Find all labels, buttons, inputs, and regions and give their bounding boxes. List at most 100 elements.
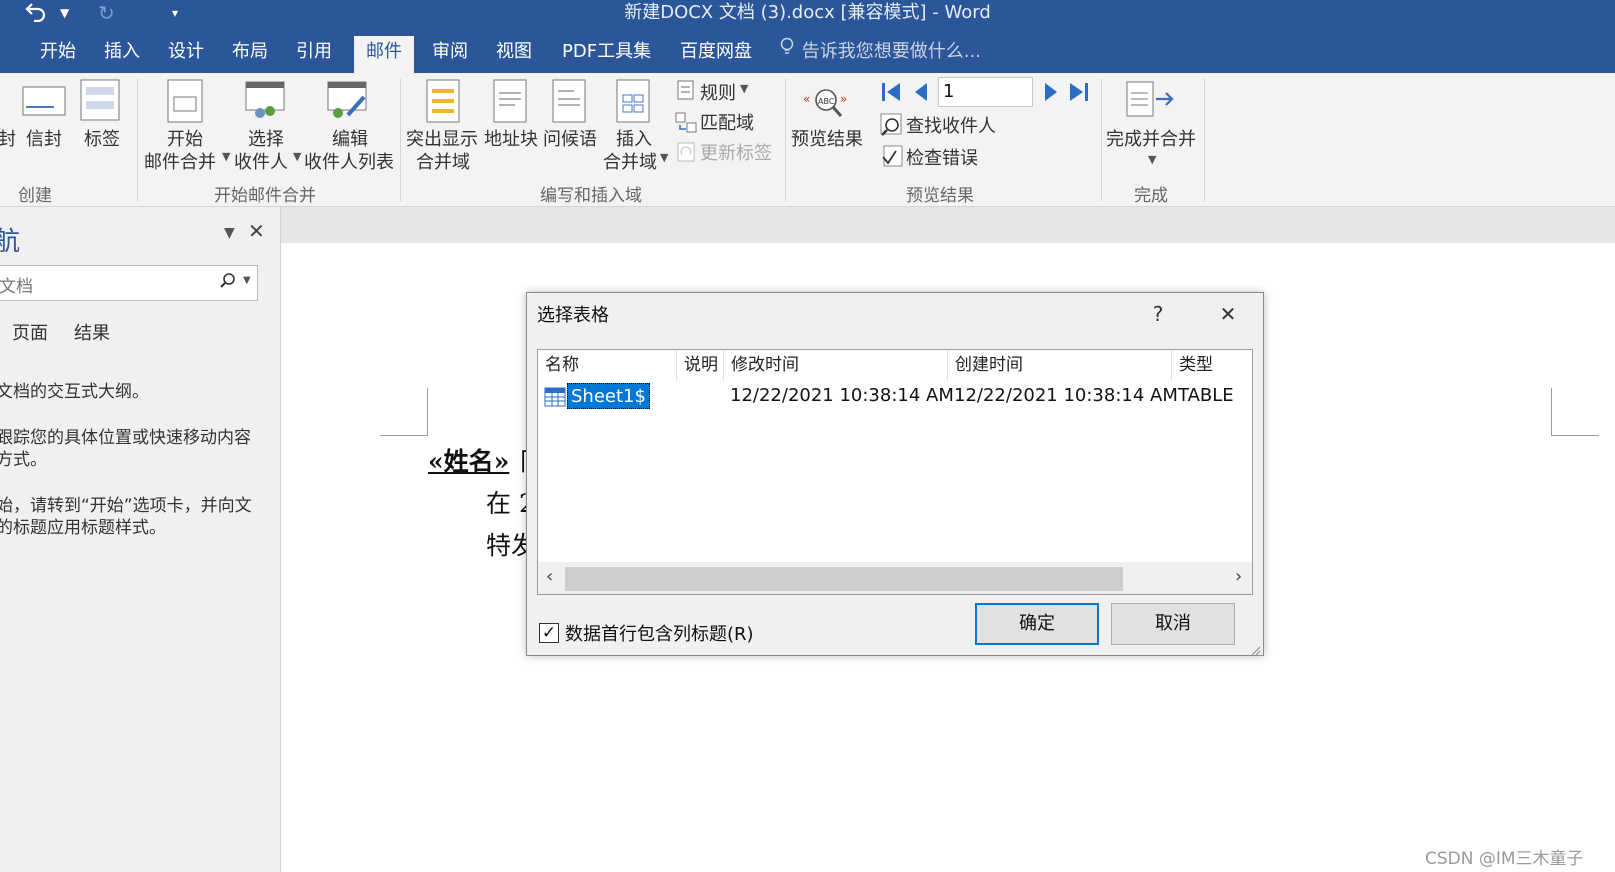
nav-tab-pages[interactable]: 页面 bbox=[12, 319, 48, 345]
horizontal-scrollbar[interactable]: ‹ › bbox=[538, 562, 1252, 594]
select-table-dialog: 选择表格 ? ✕ 名称 说明 修改时间 创建时间 类型 Sheet1$ 12/2… bbox=[526, 292, 1264, 656]
first-record-icon[interactable] bbox=[880, 81, 902, 108]
dialog-title: 选择表格 bbox=[537, 305, 609, 326]
column-header-type[interactable]: 类型 bbox=[1172, 350, 1252, 381]
table-list[interactable]: 名称 说明 修改时间 创建时间 类型 Sheet1$ 12/22/2021 10… bbox=[537, 349, 1253, 595]
first-row-headers-checkbox[interactable]: ✓ bbox=[539, 623, 559, 643]
tab-home[interactable]: 开始 bbox=[28, 36, 88, 73]
envelope-icon[interactable] bbox=[22, 83, 68, 122]
select-recipients-icon[interactable] bbox=[244, 81, 288, 128]
ribbon-tab-bar: 开始 插入 设计 布局 引用 邮件 审阅 视图 PDF工具集 百度网盘 告诉我您… bbox=[0, 28, 1615, 73]
group-separator bbox=[1204, 79, 1205, 201]
title-bar: ▼ ↻ ▾ 新建DOCX 文档 (3).docx [兼容模式] - Word bbox=[0, 0, 1615, 28]
group-separator bbox=[400, 79, 401, 201]
finish-merge-label[interactable]: 完成并合并 bbox=[1106, 125, 1196, 151]
column-header-name[interactable]: 名称 bbox=[538, 350, 677, 381]
tab-insert[interactable]: 插入 bbox=[92, 36, 152, 73]
select-recipients-label-2[interactable]: 收件人 bbox=[234, 148, 288, 174]
row-name-cell[interactable]: Sheet1$ bbox=[567, 383, 650, 409]
preview-results-label[interactable]: 预览结果 bbox=[791, 125, 863, 151]
preview-results-icon[interactable]: « ABC » bbox=[802, 83, 852, 128]
rules-icon[interactable] bbox=[676, 79, 696, 106]
scroll-right-icon[interactable]: › bbox=[1235, 566, 1242, 587]
ribbon-mailings: 封 信封 标签 创建 开始 邮件合并 ▼ 选择 收件人 ▼ 编辑 收件人列表 开… bbox=[0, 73, 1615, 207]
labels-icon[interactable] bbox=[80, 79, 126, 128]
nav-tab-results[interactable]: 结果 bbox=[74, 319, 110, 345]
margin-corner-mark bbox=[1551, 388, 1599, 436]
merge-field-name[interactable]: «姓名» bbox=[428, 442, 509, 478]
group-write-insert-label: 编写和插入域 bbox=[540, 186, 642, 206]
start-merge-label-2[interactable]: 邮件合并 bbox=[144, 148, 216, 174]
record-number-input[interactable]: 1 bbox=[938, 77, 1033, 107]
finish-merge-icon[interactable] bbox=[1126, 81, 1178, 126]
start-merge-icon[interactable] bbox=[164, 79, 208, 128]
check-errors-icon[interactable] bbox=[880, 145, 904, 174]
cancel-button[interactable]: 取消 bbox=[1111, 603, 1235, 645]
chevron-down-icon: ▼ bbox=[740, 82, 749, 95]
tab-layout[interactable]: 布局 bbox=[220, 36, 280, 73]
table-icon bbox=[544, 387, 566, 417]
highlight-fields-icon[interactable] bbox=[426, 79, 462, 128]
greeting-line-label[interactable]: 问候语 bbox=[543, 125, 597, 151]
chevron-down-icon: ▼ bbox=[1148, 153, 1157, 166]
labels-button-label[interactable]: 标签 bbox=[84, 125, 120, 151]
margin-corner-mark bbox=[380, 388, 428, 436]
greeting-line-icon[interactable] bbox=[552, 79, 588, 128]
address-block-icon[interactable] bbox=[493, 79, 529, 128]
match-fields-icon[interactable] bbox=[674, 111, 698, 138]
highlight-fields-label-2[interactable]: 合并域 bbox=[416, 148, 470, 174]
help-button[interactable]: ? bbox=[1135, 295, 1181, 333]
update-labels-label: 更新标签 bbox=[700, 143, 772, 164]
chevron-down-icon: ▼ bbox=[222, 150, 231, 163]
first-row-headers-label[interactable]: 数据首行包含列标题(R) bbox=[565, 620, 754, 646]
envelopes-button-label[interactable]: 信封 bbox=[26, 125, 62, 151]
row-type-cell: TABLE bbox=[1178, 385, 1234, 406]
nav-pane-title: 航 bbox=[0, 227, 21, 257]
tab-view[interactable]: 视图 bbox=[484, 36, 544, 73]
nav-search-placeholder: 文档 bbox=[0, 277, 33, 297]
column-header-created[interactable]: 创建时间 bbox=[948, 350, 1172, 381]
previous-record-icon[interactable] bbox=[912, 81, 930, 108]
group-start-merge-label: 开始邮件合并 bbox=[214, 186, 316, 206]
tab-baidu-netdisk[interactable]: 百度网盘 bbox=[668, 36, 764, 73]
dialog-close-button[interactable]: ✕ bbox=[1205, 295, 1251, 333]
window-title: 新建DOCX 文档 (3).docx [兼容模式] - Word bbox=[624, 2, 991, 23]
scrollbar-thumb[interactable] bbox=[565, 567, 1123, 591]
group-separator bbox=[1101, 79, 1102, 201]
chevron-down-icon: ▼ bbox=[293, 150, 302, 163]
tell-me-text: 告诉我您想要做什么... bbox=[801, 41, 981, 62]
column-header-modified[interactable]: 修改时间 bbox=[724, 350, 948, 381]
svg-text:ABC: ABC bbox=[818, 97, 835, 106]
insert-merge-field-icon[interactable] bbox=[616, 79, 652, 128]
find-recipient-label[interactable]: 查找收件人 bbox=[906, 112, 996, 138]
address-block-label[interactable]: 地址块 bbox=[484, 125, 538, 151]
rules-label[interactable]: 规则 bbox=[700, 79, 736, 105]
edit-recipients-label-2[interactable]: 收件人列表 bbox=[304, 148, 394, 174]
edit-recipient-list-icon[interactable] bbox=[326, 81, 370, 128]
ok-button[interactable]: 确定 bbox=[975, 603, 1099, 645]
envelopes-label: 封 bbox=[0, 129, 16, 150]
find-recipient-icon[interactable] bbox=[880, 113, 904, 142]
scroll-left-icon[interactable]: ‹ bbox=[546, 566, 553, 587]
tab-pdf-tools[interactable]: PDF工具集 bbox=[550, 36, 663, 73]
chevron-down-icon[interactable]: ▼ bbox=[243, 275, 251, 286]
match-fields-label[interactable]: 匹配域 bbox=[700, 109, 754, 135]
tab-review[interactable]: 审阅 bbox=[420, 36, 480, 73]
check-errors-label[interactable]: 检查错误 bbox=[906, 144, 978, 170]
column-header-description[interactable]: 说明 bbox=[677, 350, 724, 381]
tab-design[interactable]: 设计 bbox=[156, 36, 216, 73]
nav-search-input[interactable]: 文档 ▼ bbox=[0, 265, 258, 301]
nav-help-text-1: 文档的交互式大纲。 bbox=[0, 382, 149, 402]
close-icon[interactable]: ✕ bbox=[248, 219, 265, 243]
nav-options-dropdown-icon[interactable]: ▼ bbox=[224, 225, 235, 241]
last-record-icon[interactable] bbox=[1068, 81, 1090, 108]
tab-references[interactable]: 引用 bbox=[284, 36, 344, 73]
insert-field-label-2[interactable]: 合并域 bbox=[603, 148, 657, 174]
search-icon[interactable] bbox=[219, 272, 237, 295]
resize-grip-icon[interactable] bbox=[1249, 641, 1261, 656]
tab-mailings[interactable]: 邮件 bbox=[354, 36, 414, 73]
next-record-icon[interactable] bbox=[1042, 81, 1060, 108]
row-modified-cell: 12/22/2021 10:38:14 AM bbox=[730, 385, 954, 406]
group-create-label: 创建 bbox=[18, 186, 52, 206]
tell-me-box[interactable]: 告诉我您想要做什么... bbox=[780, 36, 981, 68]
